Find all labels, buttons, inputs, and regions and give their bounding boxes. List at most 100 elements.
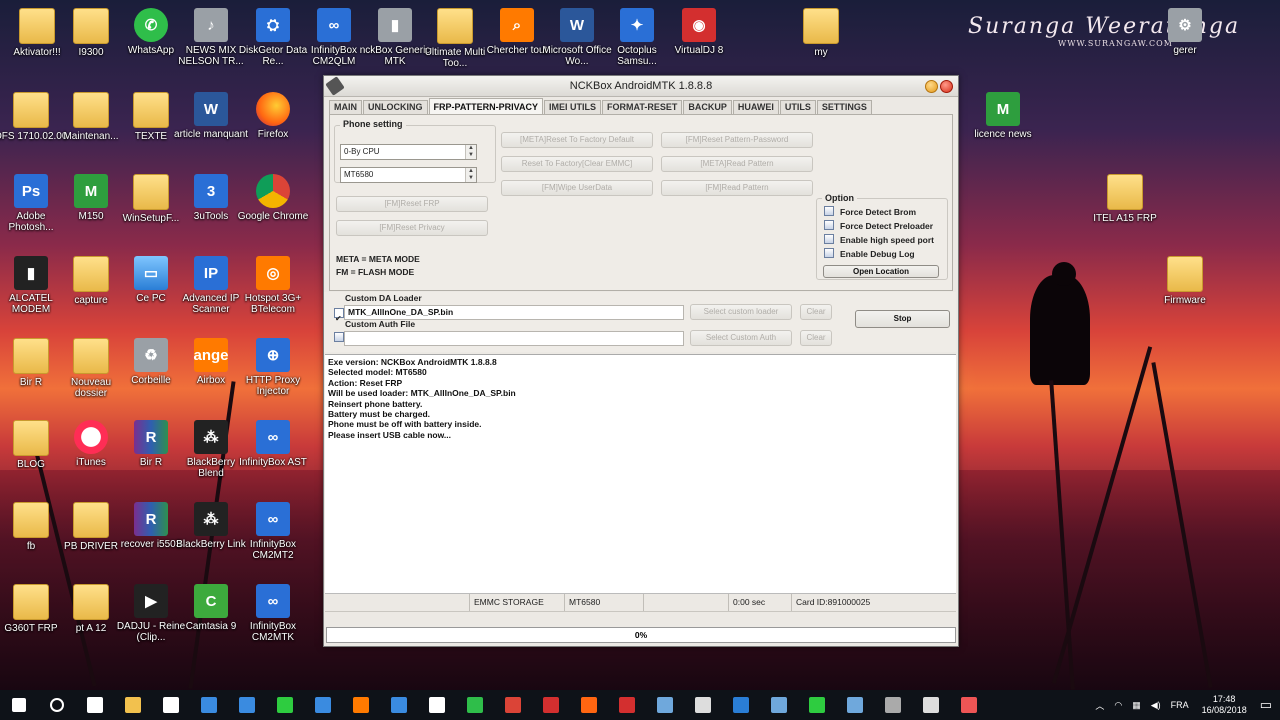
desktop-icon-infinitycm2mtk[interactable]: ∞ InfinityBox CM2MTK — [236, 584, 310, 643]
option-force-detect-preloader[interactable]: Force Detect Preloader — [824, 220, 933, 231]
folder-icon — [73, 92, 109, 128]
desktop-icon-label: HTTP Proxy Injector — [245, 375, 301, 397]
language-indicator[interactable]: FRA — [1171, 700, 1189, 710]
log-line: Will be used loader: MTK_AllInOne_DA_SP.… — [328, 388, 516, 399]
taskbar-window[interactable] — [684, 690, 722, 720]
tab-unlocking[interactable]: UNLOCKING — [363, 100, 428, 115]
taskbar-infinitybox2[interactable] — [228, 690, 266, 720]
wifi-icon[interactable]: ◠ — [1114, 700, 1122, 711]
select-custom-loader-button[interactable]: Select custom loader — [690, 304, 792, 320]
fm-reset-pattern-button[interactable]: [FM]Reset Pattern-Password — [661, 132, 813, 148]
tab-format-reset[interactable]: FORMAT-RESET — [602, 100, 683, 115]
taskbar-firefox[interactable] — [570, 690, 608, 720]
clear-loader-button[interactable]: Clear — [800, 304, 832, 320]
desktop-icon-itela15[interactable]: ITEL A15 FRP — [1088, 174, 1162, 224]
taskbar-nck2[interactable] — [912, 690, 950, 720]
taskbar-search-everything[interactable] — [342, 690, 380, 720]
taskbar-mi[interactable] — [532, 690, 570, 720]
clock[interactable]: 17:48 16/08/2018 — [1202, 694, 1247, 716]
chrome-icon — [256, 174, 290, 208]
select-custom-auth-button[interactable]: Select Custom Auth — [690, 330, 792, 346]
fm-reset-frp-button[interactable]: [FM]Reset FRP — [336, 196, 488, 212]
tab-huawei[interactable]: HUAWEI — [732, 100, 779, 115]
da-loader-field[interactable]: MTK_AllInOne_DA_SP.bin — [344, 305, 684, 320]
taskbar-airbox[interactable] — [798, 690, 836, 720]
auth-file-field[interactable] — [344, 331, 684, 346]
taskbar-whatsapp[interactable] — [456, 690, 494, 720]
fm-wipe-userdata-button[interactable]: [FM]Wipe UserData — [501, 180, 653, 196]
taskbar-pc[interactable] — [760, 690, 798, 720]
minimize-button[interactable] — [925, 80, 938, 93]
desktop-icon-virtualdj[interactable]: ◉ VirtualDJ 8 — [662, 8, 736, 56]
desktop-icon-my[interactable]: my — [784, 8, 858, 58]
desktop-icon-firmware[interactable]: Firmware — [1148, 256, 1222, 306]
option-enable-debug-log[interactable]: Enable Debug Log — [824, 248, 915, 259]
meta-read-pattern-button[interactable]: [META]Read Pattern — [661, 156, 813, 172]
tab-imei-utils[interactable]: IMEI UTILS — [544, 100, 601, 115]
desktop-icon-licence[interactable]: Mlicence news — [966, 92, 1040, 140]
taskbar-mail[interactable] — [418, 690, 456, 720]
folder-icon — [437, 8, 473, 44]
taskbar-start[interactable] — [0, 690, 38, 720]
option-force-detect-brom[interactable]: Force Detect Brom — [824, 206, 916, 217]
taskbar-nck[interactable] — [874, 690, 912, 720]
desktop-icon-label: licence news — [974, 129, 1032, 140]
desktop-icon-hotspot[interactable]: ◎ Hotspot 3G+ BTelecom — [236, 256, 310, 315]
volume-icon[interactable]: ◀) — [1151, 700, 1161, 711]
tab-main[interactable]: MAIN — [329, 100, 362, 115]
task-view-icon — [87, 697, 103, 713]
reset-factory-clear-emmc-button[interactable]: Reset To Factory[Clear EMMC] — [501, 156, 653, 172]
taskbar-slides[interactable] — [950, 690, 988, 720]
da-loader-checkbox[interactable] — [334, 308, 344, 318]
taskbar-infinitybox3[interactable] — [304, 690, 342, 720]
desktop-icon-label: InfinityBox AST — [239, 457, 307, 468]
option-label: Force Detect Preloader — [840, 221, 934, 231]
desktop-icon-firefox[interactable]: Firefox — [236, 92, 310, 140]
checkbox[interactable] — [824, 248, 834, 258]
clear-auth-button[interactable]: Clear — [800, 330, 832, 346]
checkbox[interactable] — [824, 220, 834, 230]
taskbar-infinitybox[interactable] — [190, 690, 228, 720]
notification-icon[interactable]: ▭ — [1260, 697, 1272, 713]
stop-button[interactable]: Stop — [855, 310, 950, 328]
checkbox[interactable] — [824, 206, 834, 216]
desktop-icon-infinityast[interactable]: ∞ InfinityBox AST — [236, 420, 310, 468]
chevron-up-icon[interactable]: ︿ — [1095, 699, 1104, 712]
taskbar-huawei[interactable] — [608, 690, 646, 720]
fm-read-pattern-button[interactable]: [FM]Read Pattern — [661, 180, 813, 196]
taskbar-file-explorer[interactable] — [114, 690, 152, 720]
meta-reset-factory-button[interactable]: [META]Reset To Factory Default — [501, 132, 653, 148]
folder-icon — [73, 584, 109, 620]
taskbar-search[interactable] — [38, 690, 76, 720]
bb-icon: ⁂ — [194, 420, 228, 454]
desktop-icon-gerer[interactable]: ⚙ gerer — [1148, 8, 1222, 56]
model-select[interactable]: MT6580 ▲ ▼ — [340, 167, 477, 183]
desktop-icon-chrome[interactable]: Google Chrome — [236, 174, 310, 222]
tab-settings[interactable]: SETTINGS — [816, 100, 872, 115]
firefox-icon — [256, 92, 290, 126]
hotspot-icon: ◎ — [256, 256, 290, 290]
auth-file-checkbox[interactable] — [334, 332, 344, 342]
cpu-select[interactable]: 0-By CPU ▲ ▼ — [340, 144, 477, 160]
network-icon[interactable]: ▦ — [1132, 700, 1141, 711]
taskbar-word[interactable] — [836, 690, 874, 720]
tab-backup[interactable]: BACKUP — [683, 100, 732, 115]
system-tray: ︿ ◠ ▦ ◀) FRA 17:48 16/08/2018 ▭ — [1090, 690, 1280, 720]
desktop-icon-httpproxy[interactable]: ⊕ HTTP Proxy Injector — [236, 338, 310, 397]
tab-utils[interactable]: UTILS — [779, 100, 816, 115]
taskbar-task-view[interactable] — [76, 690, 114, 720]
fm-reset-privacy-button[interactable]: [FM]Reset Privacy — [336, 220, 488, 236]
taskbar-play[interactable] — [266, 690, 304, 720]
taskbar-3utools[interactable] — [722, 690, 760, 720]
taskbar-octoplus[interactable] — [380, 690, 418, 720]
window-titlebar[interactable]: NCKBox AndroidMTK 1.8.8.8 — [324, 76, 958, 97]
taskbar-chrome[interactable] — [494, 690, 532, 720]
option-enable-high-speed-port[interactable]: Enable high speed port — [824, 234, 934, 245]
close-button[interactable] — [940, 80, 953, 93]
checkbox[interactable] — [824, 234, 834, 244]
taskbar-store[interactable] — [152, 690, 190, 720]
taskbar-explorer[interactable] — [646, 690, 684, 720]
open-location-button[interactable]: Open Location — [823, 265, 939, 278]
log-output[interactable]: Exe version: NCKBox AndroidMTK 1.8.8.8 Se… — [325, 354, 956, 593]
desktop-icon-infinitycm2mt2[interactable]: ∞ InfinityBox CM2MT2 — [236, 502, 310, 561]
